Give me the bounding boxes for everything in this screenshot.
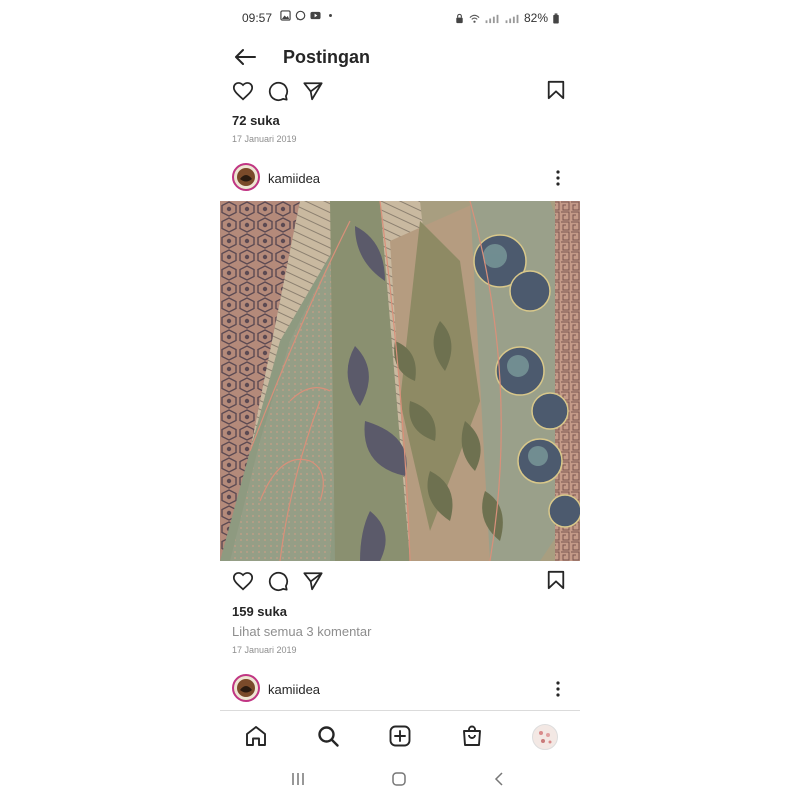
whatsapp-icon — [295, 10, 306, 21]
share-icon[interactable] — [302, 570, 324, 592]
system-status: 82% — [454, 11, 560, 25]
view-comments-link[interactable]: Lihat semua 3 komentar — [232, 624, 371, 639]
bookmark-icon[interactable] — [546, 570, 566, 590]
youtube-icon — [310, 11, 321, 20]
bottom-navigation — [220, 710, 580, 761]
page-title: Postingan — [283, 47, 371, 67]
back-arrow-icon[interactable] — [234, 48, 256, 66]
share-icon[interactable] — [302, 80, 324, 102]
post-date: 17 Januari 2019 — [232, 134, 297, 144]
batik-fabric-image — [220, 201, 580, 561]
lock-icon — [456, 13, 463, 23]
notification-icons — [280, 10, 336, 21]
create-post-icon[interactable] — [388, 724, 412, 748]
battery-icon — [553, 12, 559, 24]
profile-avatar-icon[interactable] — [532, 724, 558, 750]
post-image[interactable] — [220, 201, 580, 561]
heart-icon[interactable] — [232, 570, 254, 592]
comment-icon[interactable] — [267, 570, 289, 592]
more-options-icon[interactable] — [553, 169, 563, 187]
post-action-bar — [220, 570, 580, 596]
more-options-icon[interactable] — [553, 680, 563, 698]
signal-icon — [485, 14, 499, 23]
back-button-icon[interactable] — [492, 771, 508, 787]
battery-percent: 82% — [523, 11, 548, 25]
shop-icon[interactable] — [460, 724, 484, 748]
post-date: 17 Januari 2019 — [232, 645, 297, 655]
recent-apps-icon[interactable] — [290, 771, 306, 787]
bookmark-icon[interactable] — [546, 80, 566, 100]
comment-icon[interactable] — [267, 80, 289, 102]
home-icon[interactable] — [244, 724, 268, 748]
avatar[interactable] — [232, 163, 260, 191]
phone-screen: 09:57 82% Postingan 72 suka 17 Januari 2… — [220, 0, 580, 800]
status-time: 09:57 — [242, 11, 273, 25]
avatar[interactable] — [232, 674, 260, 702]
signal-icon — [505, 14, 519, 23]
likes-count[interactable]: 159 suka — [232, 604, 287, 619]
heart-icon[interactable] — [232, 80, 254, 102]
search-icon[interactable] — [316, 724, 340, 748]
app-header: Postingan — [220, 38, 580, 78]
wifi-icon — [469, 14, 480, 23]
post-username[interactable]: kamiidea — [268, 682, 320, 697]
system-navigation — [220, 762, 580, 798]
dot-icon — [329, 14, 332, 17]
gallery-icon — [280, 10, 291, 21]
home-button-icon[interactable] — [391, 771, 407, 787]
status-bar: 09:57 82% — [220, 8, 580, 28]
likes-count[interactable]: 72 suka — [232, 113, 280, 128]
post-action-bar — [220, 78, 580, 104]
post-username[interactable]: kamiidea — [268, 171, 320, 186]
